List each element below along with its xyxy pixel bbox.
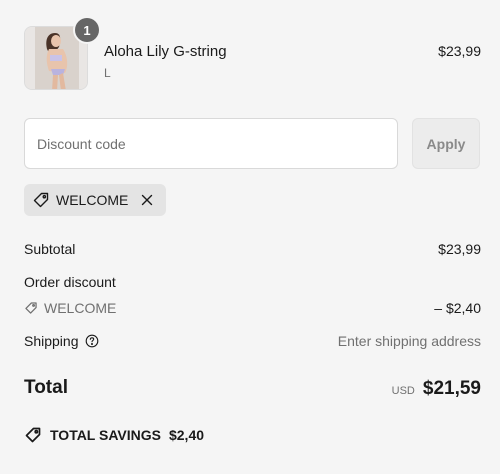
remove-discount-icon[interactable]	[138, 191, 156, 209]
applied-discount-chip: WELCOME	[24, 184, 167, 216]
applied-discount-code: WELCOME	[56, 192, 129, 208]
savings-label: TOTAL SAVINGS	[50, 427, 161, 443]
total-label: Total	[24, 377, 68, 398]
discount-code-input[interactable]	[24, 118, 398, 169]
order-discount-label: Order discount	[24, 274, 116, 290]
total-currency: USD	[391, 385, 415, 397]
product-name: Aloha Lily G-string	[104, 43, 227, 60]
order-discount-code: WELCOME	[24, 300, 116, 316]
subtotal-value: $23,99	[438, 241, 481, 257]
shipping-label: Shipping	[24, 333, 79, 349]
shipping-row: Shipping	[24, 333, 99, 349]
product-thumbnail: 1	[24, 18, 99, 90]
total-amount: $21,59	[422, 378, 481, 399]
order-discount-code-text: WELCOME	[44, 300, 117, 316]
apply-button[interactable]: Apply	[412, 118, 480, 169]
shipping-value: Enter shipping address	[337, 333, 481, 349]
tag-icon	[24, 426, 42, 444]
total-savings: TOTAL SAVINGS $2,40	[24, 426, 204, 444]
product-price: $23,99	[438, 43, 481, 59]
product-variant: L	[104, 66, 111, 80]
subtotal-label: Subtotal	[24, 241, 76, 257]
help-circle-icon[interactable]	[85, 334, 99, 348]
quantity-badge: 1	[75, 18, 99, 42]
order-discount-value: – $2,40	[434, 300, 481, 316]
total-amount-group: USD $21,59	[392, 378, 481, 400]
tag-icon	[32, 191, 50, 209]
savings-value: $2,40	[168, 427, 205, 443]
tag-icon	[24, 301, 38, 315]
